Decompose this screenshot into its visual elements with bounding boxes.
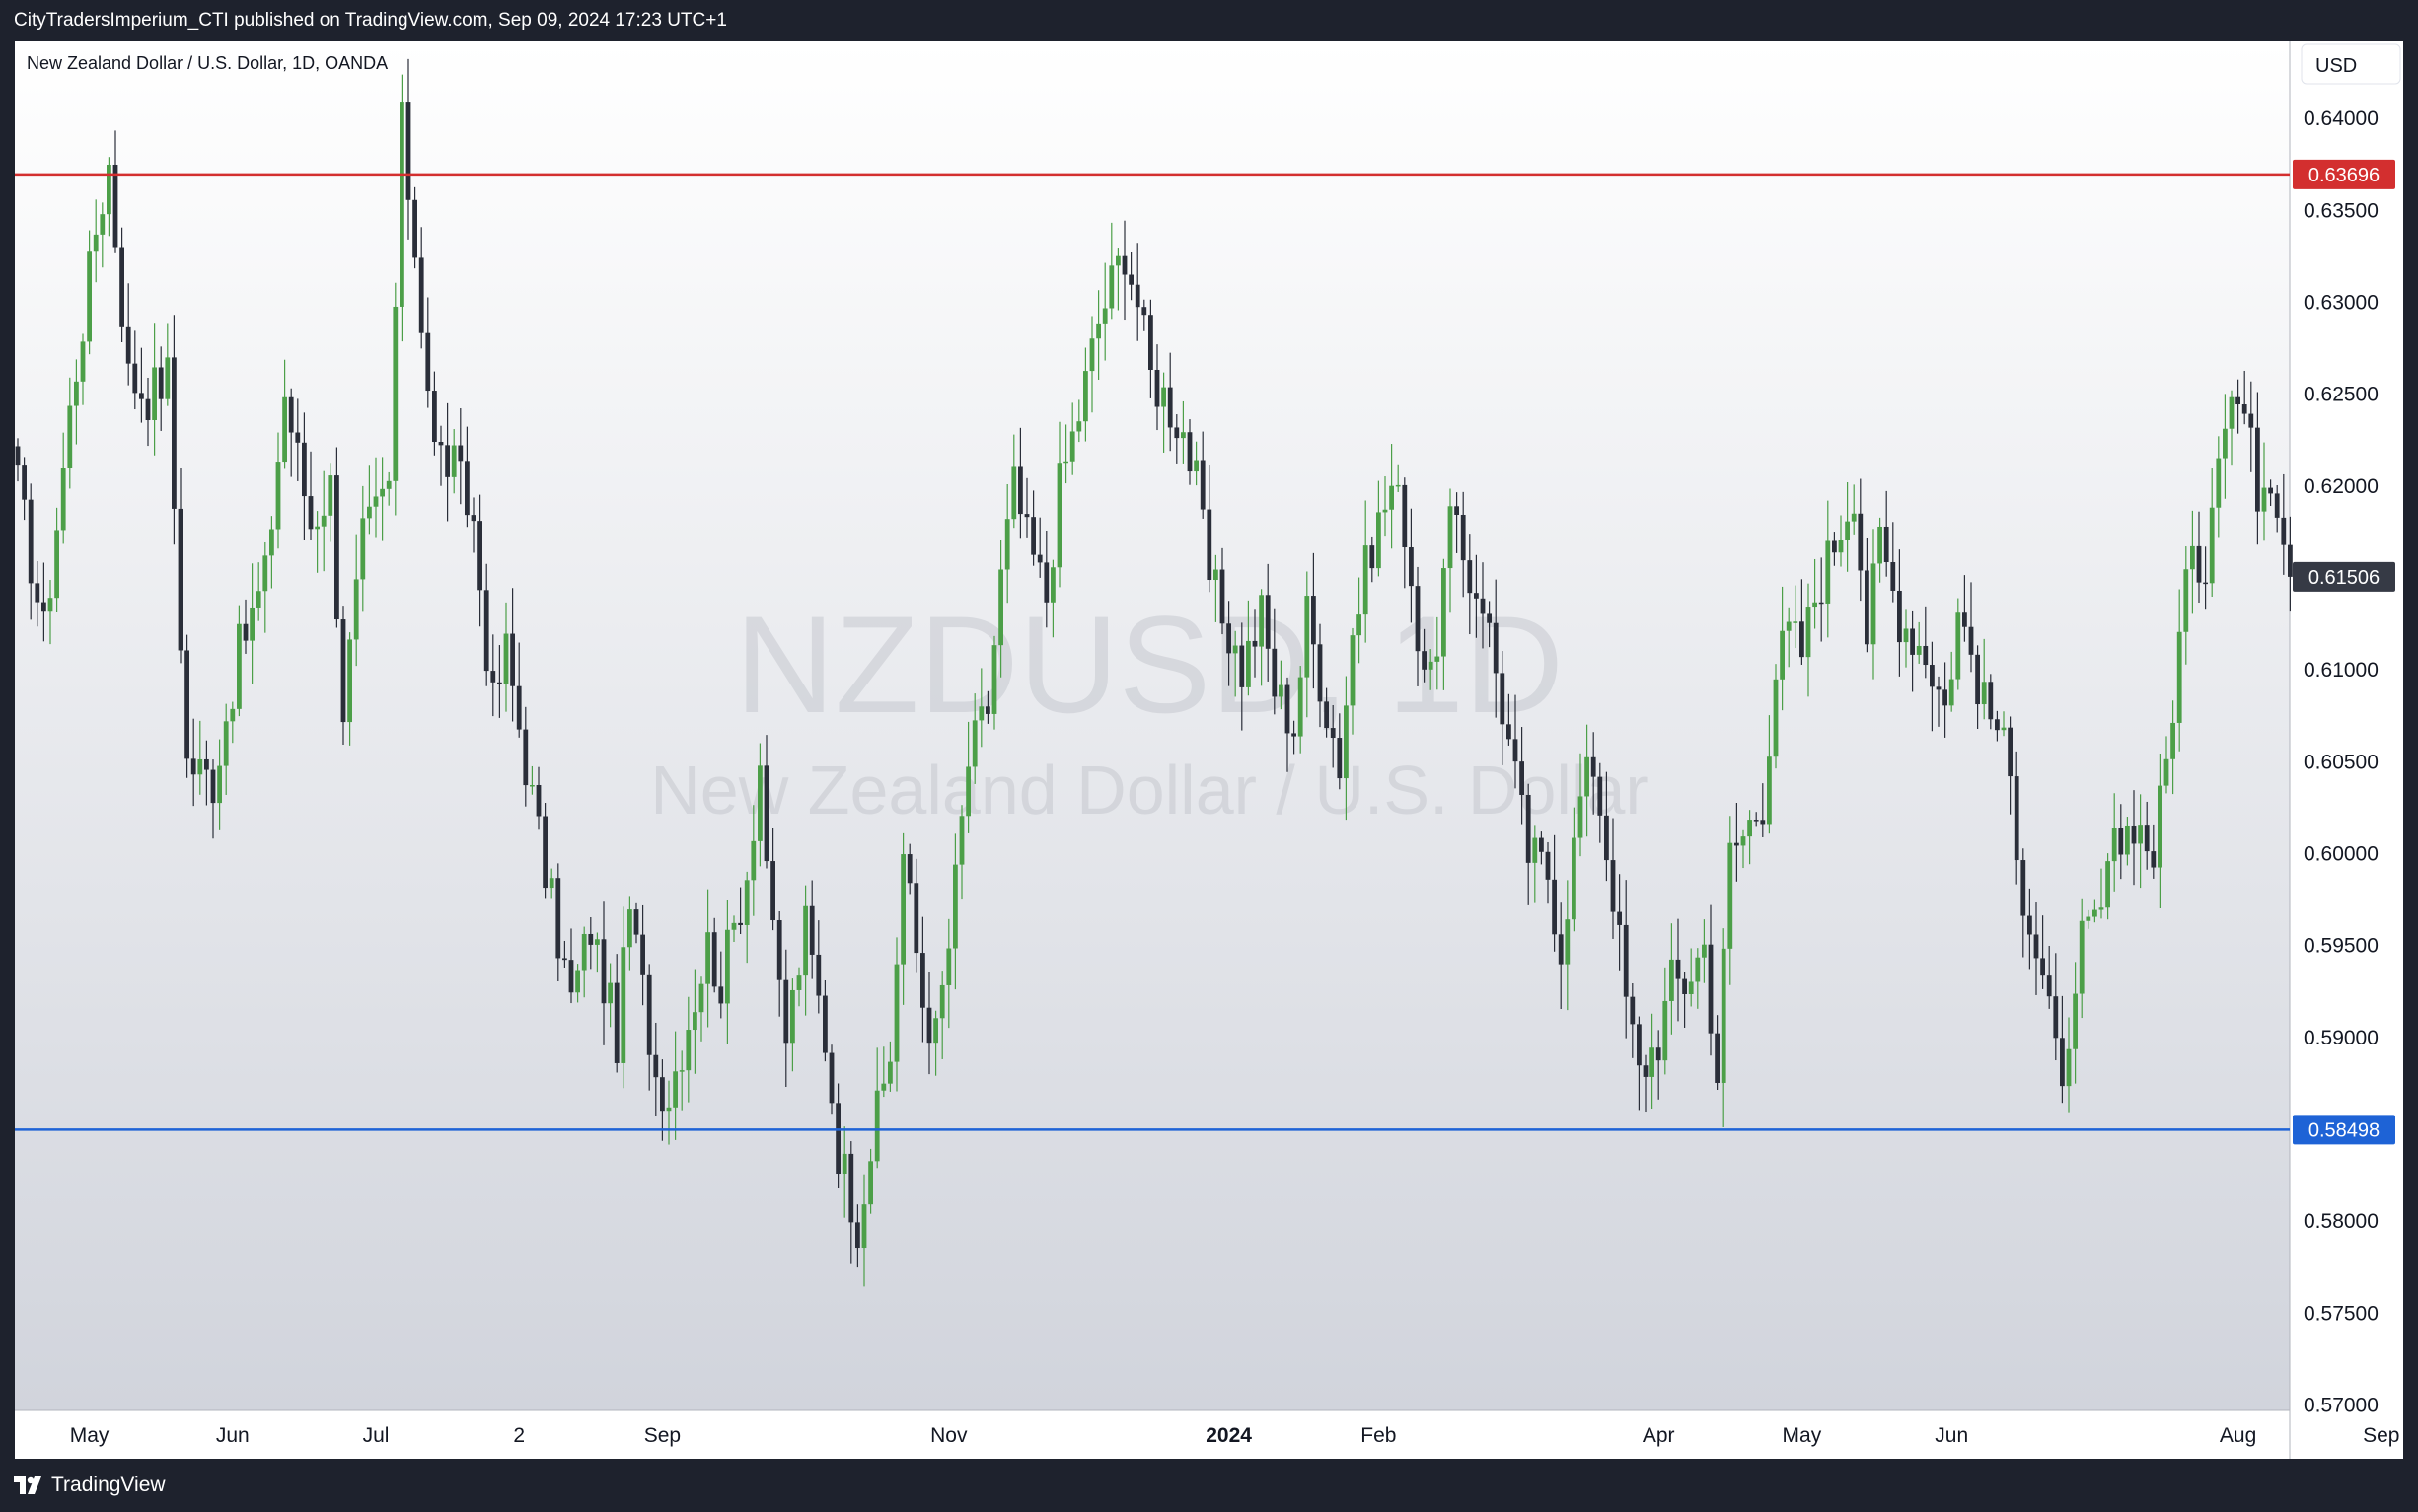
resistance-price-tag: 0.63696 (2293, 159, 2395, 189)
currency-label: USD (2315, 55, 2357, 77)
last-price-tag: 0.61506 (2293, 561, 2395, 592)
watermark-name: New Zealand Dollar / U.S. Dollar (650, 752, 1648, 828)
x-tick-label: Sep (2363, 1424, 2399, 1447)
y-tick-label: 0.60500 (2304, 751, 2379, 773)
x-tick-label: May (1783, 1424, 1822, 1447)
x-tick-label: Jul (363, 1424, 390, 1447)
svg-text:0.63696: 0.63696 (2308, 165, 2380, 186)
currency-button[interactable]: USD (2301, 43, 2401, 85)
tradingview-wordmark: TradingView (51, 1474, 166, 1496)
tradingview-logo[interactable]: TradingView (14, 1474, 166, 1497)
x-tick-label: Aug (2220, 1424, 2256, 1447)
candlestick-chart[interactable]: NZDUSD, 1D New Zealand Dollar / U.S. Dol… (15, 41, 2403, 1459)
price-axis-ticks: 0.64000 0.63500 0.63000 0.62500 0.62000 0.615… (2304, 108, 2379, 1416)
y-tick-label: 0.57500 (2304, 1302, 2379, 1325)
y-tick-label: 0.62500 (2304, 384, 2379, 406)
svg-text:0.58498: 0.58498 (2308, 1119, 2380, 1141)
y-tick-label: 0.60000 (2304, 842, 2379, 865)
y-tick-label: 0.57000 (2304, 1394, 2379, 1416)
y-tick-label: 0.64000 (2304, 108, 2379, 130)
y-tick-label: 0.61000 (2304, 659, 2379, 682)
y-tick-label: 0.59000 (2304, 1027, 2379, 1049)
x-tick-label: Jun (216, 1424, 250, 1447)
y-tick-label: 0.58000 (2304, 1210, 2379, 1233)
x-tick-label: Feb (1360, 1424, 1396, 1447)
tradingview-logo-icon (14, 1476, 41, 1494)
footer: TradingView (0, 1459, 2418, 1512)
x-tick-label: Sep (644, 1424, 681, 1447)
publisher-bar: CityTradersImperium_CTI published on Tra… (0, 0, 2418, 41)
watermark-symbol: NZDUSD, 1D (735, 587, 1564, 742)
x-tick-label: 2024 (1206, 1424, 1252, 1447)
publisher-line: CityTradersImperium_CTI published on Tra… (14, 10, 727, 31)
support-price-tag: 0.58498 (2293, 1115, 2395, 1145)
chart-frame[interactable]: NZDUSD, 1D New Zealand Dollar / U.S. Dol… (15, 41, 2403, 1459)
x-tick-label: May (70, 1424, 110, 1447)
candle (543, 803, 548, 899)
y-tick-label: 0.63000 (2304, 292, 2379, 315)
x-tick-label: Nov (930, 1424, 968, 1447)
candle (393, 282, 399, 516)
x-tick-label: 2 (513, 1424, 525, 1447)
y-tick-label: 0.59500 (2304, 935, 2379, 958)
candle (1773, 664, 1779, 769)
candle (400, 74, 404, 342)
y-tick-label: 0.62000 (2304, 475, 2379, 498)
svg-text:0.61506: 0.61506 (2308, 567, 2380, 589)
symbol-line: New Zealand Dollar / U.S. Dollar, 1D, OA… (27, 53, 388, 73)
x-tick-label: Apr (1643, 1424, 1675, 1447)
candle (184, 634, 189, 778)
x-tick-label: Jun (1935, 1424, 1968, 1447)
y-tick-label: 0.63500 (2304, 199, 2379, 222)
